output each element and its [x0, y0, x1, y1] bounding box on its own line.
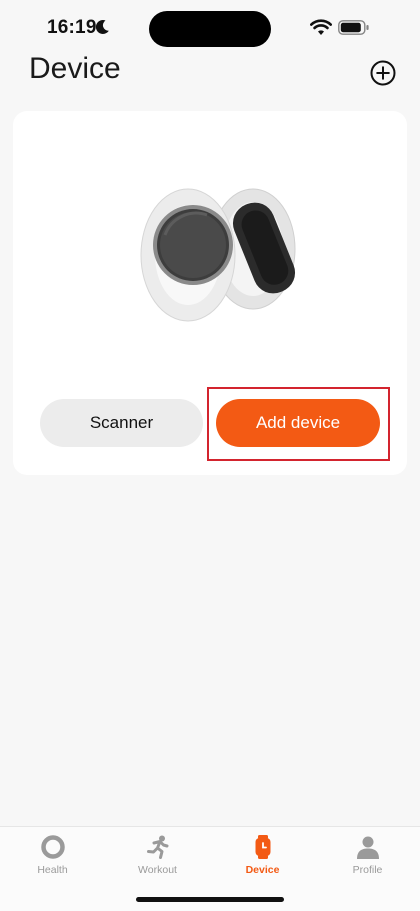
tab-label: Health	[37, 864, 68, 876]
tab-health[interactable]: Health	[0, 827, 105, 887]
person-icon	[356, 836, 379, 859]
runner-icon	[146, 835, 168, 859]
tab-profile[interactable]: Profile	[315, 827, 420, 887]
dynamic-island	[149, 11, 271, 47]
moon-icon	[96, 20, 109, 34]
status-time: 16:19	[47, 17, 97, 38]
add-device-button[interactable]: Add device	[216, 399, 380, 447]
smartwatch-and-band-image	[140, 188, 296, 322]
status-bar: 16:19	[0, 0, 420, 56]
watch-icon	[255, 835, 270, 859]
tab-device[interactable]: Device	[210, 827, 315, 887]
plus-circle-icon[interactable]	[369, 59, 397, 87]
tab-label: Workout	[138, 864, 177, 876]
tab-workout[interactable]: Workout	[105, 827, 210, 887]
page-title: Device	[29, 52, 121, 85]
device-card: Scanner Add device	[13, 111, 407, 475]
wifi-icon	[310, 19, 332, 35]
home-indicator	[136, 897, 284, 902]
tab-label: Profile	[352, 864, 383, 876]
ring-icon	[40, 835, 65, 859]
scanner-button[interactable]: Scanner	[40, 399, 203, 447]
battery-icon	[338, 20, 369, 35]
tab-label: Device	[245, 864, 280, 876]
